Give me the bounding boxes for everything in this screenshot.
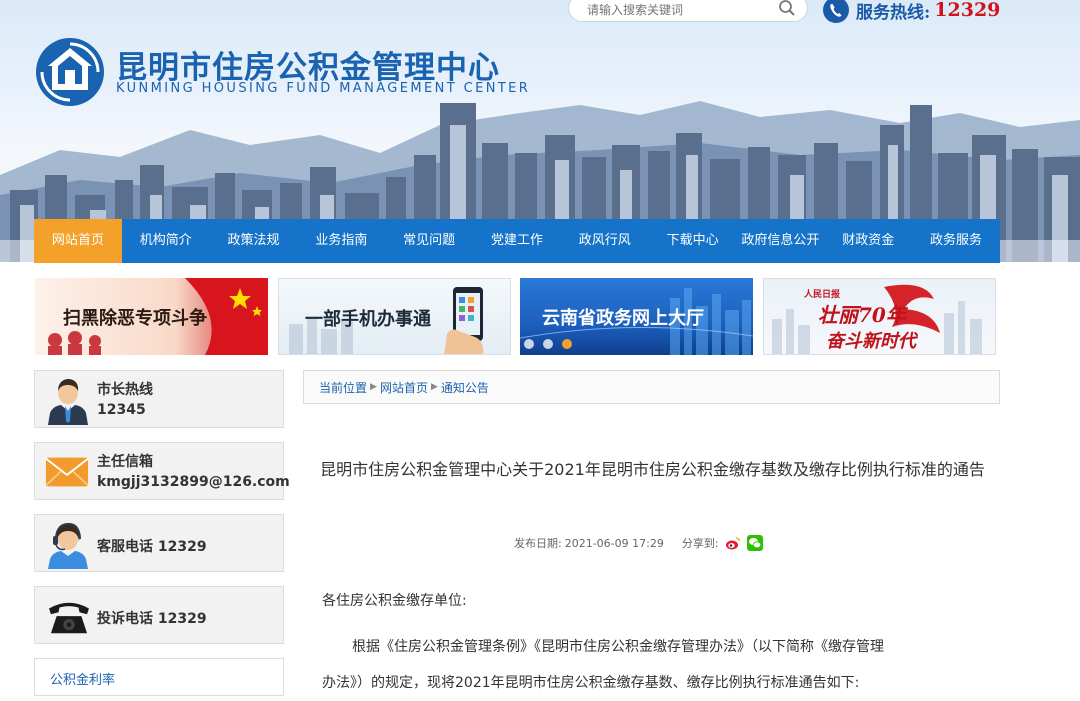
nav-item-conduct[interactable]: 政风行风 [561, 219, 649, 263]
main-navigation: 网站首页 机构简介 政策法规 业务指南 常见问题 党建工作 政风行风 下载中心 … [34, 219, 1000, 263]
wechat-share-icon[interactable] [746, 535, 763, 551]
mayor-hotline-box[interactable]: 市长热线 12345 [34, 370, 284, 428]
banner-anti-crime[interactable]: 扫黑除恶专项斗争 [35, 278, 268, 355]
director-mailbox-label: 主任信箱 [97, 454, 153, 470]
envelope-icon [45, 457, 89, 487]
headset-icon [48, 522, 88, 569]
director-mailbox-email: kmgjj3132899@126.com [97, 474, 290, 490]
carousel-dot-2[interactable] [543, 339, 553, 349]
telephone-icon [49, 602, 89, 634]
share-label: 分享到: [681, 537, 719, 550]
nav-item-party[interactable]: 党建工作 [473, 219, 561, 263]
breadcrumb: 当前位置 ▶ 网站首页 ▶ 通知公告 [303, 370, 1000, 404]
search-icon[interactable] [777, 0, 797, 18]
housing-fund-logo-icon[interactable] [34, 36, 106, 108]
person-icon [48, 379, 88, 425]
nav-item-disclosure[interactable]: 政府信息公开 [737, 219, 825, 263]
complaint-hotline-box[interactable]: 投诉电话 12329 [34, 586, 284, 644]
article-title: 昆明市住房公积金管理中心关于2021年昆明市住房公积金缴存基数及缴存比例执行标准… [320, 460, 985, 479]
carousel-dot-1[interactable] [524, 339, 534, 349]
article-paragraph-line-2: 办法》）的规定，现将2021年昆明市住房公积金缴存基数、缴存比例执行标准通告如下… [322, 675, 860, 691]
nav-item-faq[interactable]: 常见问题 [385, 219, 473, 263]
article-meta: 发布日期: 2021-06-09 17:29 分享到: [514, 534, 763, 552]
search-input[interactable] [587, 1, 767, 19]
phone-icon [823, 0, 849, 23]
complaint-hotline-label: 投诉电话 12329 [97, 611, 207, 627]
banner-gov-hall-text: 云南省政务网上大厅 [542, 308, 704, 329]
search-box[interactable] [568, 0, 808, 22]
customer-service-label: 客服电话 12329 [97, 539, 207, 555]
banner-70-years-line2: 奋斗新时代 [826, 331, 916, 352]
nav-item-services[interactable]: 政务服务 [912, 219, 1000, 263]
nav-item-finance[interactable]: 财政资金 [824, 219, 912, 263]
banner-70-years[interactable]: 人民日报 壮丽70年 奋斗新时代 [763, 278, 996, 355]
director-mailbox-box[interactable]: 主任信箱 kmgjj3132899@126.com [34, 442, 290, 500]
service-hotline: 服务热线: 12329 [822, 0, 1000, 24]
weibo-share-icon[interactable] [724, 535, 741, 551]
nav-item-download[interactable]: 下载中心 [649, 219, 737, 263]
nav-item-policy[interactable]: 政策法规 [210, 219, 298, 263]
banner-gov-hall[interactable]: 云南省政务网上大厅 [520, 278, 753, 355]
hotline-label: 服务热线: [856, 2, 931, 23]
breadcrumb-current-position: 当前位置 [319, 380, 368, 395]
publish-date-label: 发布日期: [514, 537, 562, 550]
article-paragraph-line-1: 根据《住房公积金管理条例》《昆明市住房公积金缴存管理办法》（以下简称《缴存管理 [352, 639, 884, 655]
breadcrumb-notices-link[interactable]: 通知公告 [441, 379, 489, 396]
carousel-dot-3[interactable] [562, 339, 572, 349]
nav-item-home[interactable]: 网站首页 [34, 219, 122, 263]
nav-item-guide[interactable]: 业务指南 [297, 219, 385, 263]
customer-service-box[interactable]: 客服电话 12329 [34, 514, 284, 572]
publish-date: 2021-06-09 17:29 [564, 536, 664, 550]
article-salutation: 各住房公积金缴存单位: [322, 593, 467, 609]
banner-mobile-service-text: 一部手机办事通 [305, 309, 431, 330]
breadcrumb-home-link[interactable]: 网站首页 [380, 379, 428, 396]
mayor-hotline-number: 12345 [97, 402, 146, 418]
mayor-hotline-label: 市长热线 [97, 382, 153, 398]
banner-70-years-line1: 壮丽70年 [818, 303, 906, 327]
fund-interest-rate-title: 公积金利率 [50, 673, 116, 688]
hotline-number: 12329 [934, 0, 1001, 21]
banner-mobile-service[interactable]: 一部手机办事通 [278, 278, 511, 355]
breadcrumb-arrow-icon: ▶ [430, 382, 438, 392]
nav-item-about[interactable]: 机构简介 [122, 219, 210, 263]
fund-interest-rate-box[interactable]: 公积金利率 [34, 658, 284, 696]
site-subtitle: KUNMING HOUSING FUND MANAGEMENT CENTER [116, 81, 531, 96]
banner-anti-crime-text: 扫黑除恶专项斗争 [63, 308, 207, 329]
breadcrumb-arrow-icon: ▶ [370, 382, 377, 392]
